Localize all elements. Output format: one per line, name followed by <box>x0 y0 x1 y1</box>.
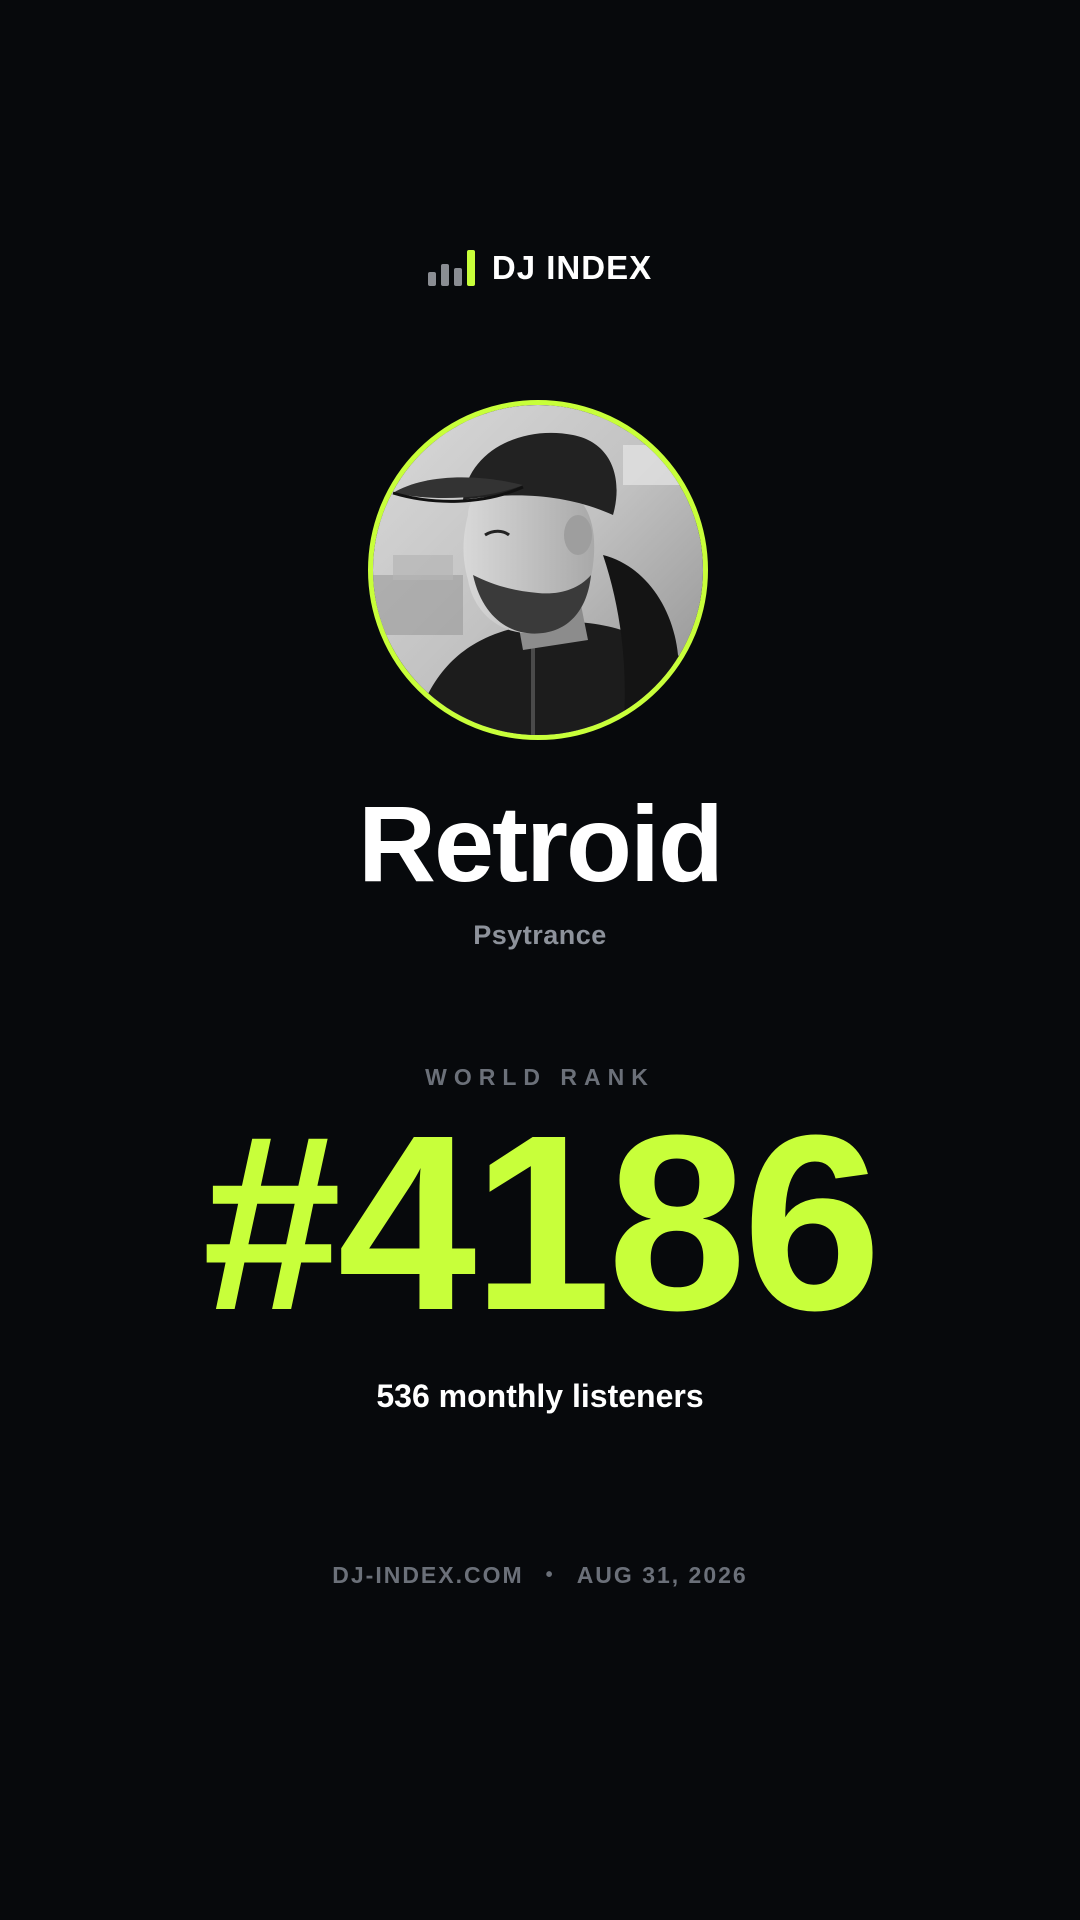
monthly-listeners: 536 monthly listeners <box>376 1378 704 1414</box>
artist-photo <box>373 405 703 735</box>
world-rank-value: #4186 <box>202 1083 881 1362</box>
avatar <box>368 400 708 740</box>
brand-name: DJ INDEX <box>491 249 653 286</box>
logo-bar-accent <box>466 250 475 286</box>
artist-name: Retroid <box>358 783 724 904</box>
footer-separator: • <box>545 1564 555 1586</box>
bar-chart-icon <box>427 250 475 286</box>
artist-genre: Psytrance <box>473 920 607 950</box>
logo-bar <box>427 272 436 286</box>
footer-site: DJ-INDEX.COM <box>332 1562 524 1588</box>
logo-bar <box>440 264 449 286</box>
rank-card: DJ INDEX Retroid Psytrance WORLD RANK #4… <box>0 0 1080 1920</box>
brand-header: DJ INDEX <box>0 248 1080 288</box>
logo-bar <box>453 268 462 286</box>
footer: DJ-INDEX.COM • AUG 31, 2026 <box>0 1560 1080 1590</box>
footer-date: AUG 31, 2026 <box>576 1562 748 1588</box>
